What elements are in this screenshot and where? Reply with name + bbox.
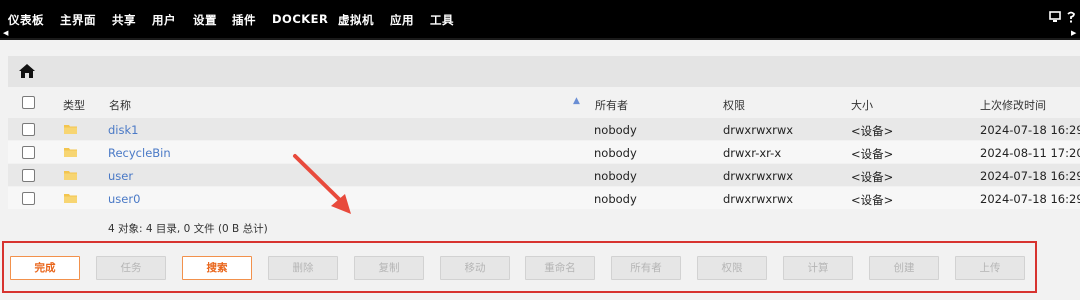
modified-value: 2024-07-18 16:29 bbox=[980, 192, 1080, 206]
header-permissions[interactable]: 权限 bbox=[723, 97, 745, 113]
header-type[interactable]: 类型 bbox=[63, 97, 85, 113]
folder-icon bbox=[64, 171, 77, 180]
folder-icon bbox=[64, 148, 77, 157]
home-icon[interactable] bbox=[18, 63, 36, 79]
nav-item-vms[interactable]: 虚拟机 bbox=[338, 12, 374, 28]
size-value: <设备> bbox=[851, 170, 894, 184]
breadcrumb-bar bbox=[8, 56, 1080, 87]
sort-ascending-icon[interactable]: ▲ bbox=[573, 96, 580, 106]
permissions-value: drwxr-xr-x bbox=[723, 146, 782, 160]
file-name-link[interactable]: user0 bbox=[108, 192, 140, 206]
scroll-left-icon[interactable]: ◀ bbox=[3, 29, 8, 37]
owner-value: nobody bbox=[594, 169, 637, 183]
modified-value: 2024-07-18 16:29 bbox=[980, 123, 1080, 137]
annotation-arrow-icon bbox=[293, 154, 351, 214]
row-checkbox[interactable] bbox=[22, 146, 35, 159]
table-row[interactable]: disk1 nobody drwxrwxrwx <设备> 2024-07-18 … bbox=[8, 118, 1080, 140]
file-name-link[interactable]: RecycleBin bbox=[108, 146, 171, 160]
file-name-link[interactable]: user bbox=[108, 169, 133, 183]
modified-value: 2024-07-18 16:29 bbox=[980, 169, 1080, 183]
nav-item-shares[interactable]: 共享 bbox=[112, 12, 136, 28]
header-owner[interactable]: 所有者 bbox=[595, 97, 628, 113]
size-value: <设备> bbox=[851, 193, 894, 207]
nav-item-plugins[interactable]: 插件 bbox=[232, 12, 256, 28]
folder-icon bbox=[64, 194, 77, 203]
nav-item-users[interactable]: 用户 bbox=[152, 12, 176, 28]
owner-value: nobody bbox=[594, 123, 637, 137]
select-all-checkbox[interactable] bbox=[22, 96, 35, 109]
nav-item-apps[interactable]: 应用 bbox=[390, 12, 414, 28]
row-checkbox[interactable] bbox=[22, 169, 35, 182]
row-checkbox[interactable] bbox=[22, 123, 35, 136]
summary-text: 4 对象: 4 目录, 0 文件 (0 B 总计) bbox=[108, 223, 268, 235]
owner-value: nobody bbox=[594, 146, 637, 160]
permissions-value: drwxrwxrwx bbox=[723, 169, 794, 183]
table-header: 类型 名称 ▲ 所有者 权限 大小 上次修改时间 bbox=[8, 90, 1080, 116]
nav-item-settings[interactable]: 设置 bbox=[193, 12, 217, 28]
table-row[interactable]: user nobody drwxrwxrwx <设备> 2024-07-18 1… bbox=[8, 164, 1080, 186]
permissions-value: drwxrwxrwx bbox=[723, 123, 794, 137]
header-modified[interactable]: 上次修改时间 bbox=[980, 97, 1046, 113]
size-value: <设备> bbox=[851, 124, 894, 138]
scroll-right-icon[interactable]: ▶ bbox=[1071, 29, 1076, 37]
nav-item-main[interactable]: 主界面 bbox=[60, 12, 96, 28]
file-name-link[interactable]: disk1 bbox=[108, 123, 138, 137]
header-size[interactable]: 大小 bbox=[851, 97, 873, 113]
nav-item-dashboard[interactable]: 仪表板 bbox=[8, 12, 44, 28]
annotation-highlight-box bbox=[2, 241, 1037, 293]
size-value: <设备> bbox=[851, 147, 894, 161]
folder-icon bbox=[64, 125, 77, 134]
display-icon[interactable] bbox=[1049, 11, 1061, 27]
table-row[interactable]: user0 nobody drwxrwxrwx <设备> 2024-07-18 … bbox=[8, 187, 1080, 209]
permissions-value: drwxrwxrwx bbox=[723, 192, 794, 206]
modified-value: 2024-08-11 17:20 bbox=[980, 146, 1080, 160]
nav-item-docker[interactable]: DOCKER bbox=[272, 12, 328, 26]
row-checkbox[interactable] bbox=[22, 192, 35, 205]
help-icon[interactable] bbox=[1066, 11, 1076, 27]
owner-value: nobody bbox=[594, 192, 637, 206]
top-nav-bar: 仪表板 主界面 共享 用户 设置 插件 DOCKER 虚拟机 应用 工具 ◀ ▶ bbox=[0, 0, 1080, 40]
table-row[interactable]: RecycleBin nobody drwxr-xr-x <设备> 2024-0… bbox=[8, 141, 1080, 163]
nav-item-tools[interactable]: 工具 bbox=[430, 12, 454, 28]
header-name[interactable]: 名称 bbox=[109, 97, 131, 113]
